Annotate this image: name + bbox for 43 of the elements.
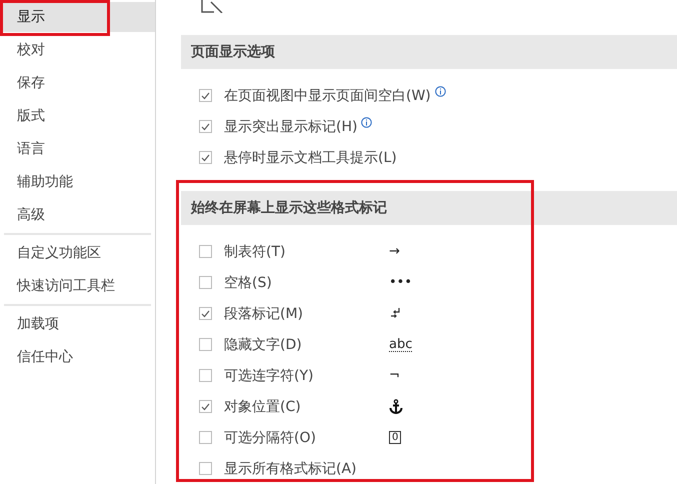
option-label: 隐藏文字(D) [224,336,303,354]
section-header: 始终在屏幕上显示这些格式标记 [181,191,677,225]
checkbox[interactable] [199,276,212,289]
option-label: 制表符(T) [224,242,286,260]
info-icon [434,86,446,97]
section-header: 页面显示选项 [181,35,677,69]
option-label: 在页面视图中显示页面间空白(W) [224,86,431,104]
sidebar-item[interactable]: 加载项 [0,309,155,339]
checkbox[interactable] [199,369,212,382]
checkbox[interactable] [199,151,212,164]
checkbox[interactable] [199,400,212,413]
format-mark-symbol: ¬ [389,368,400,383]
checkbox[interactable] [199,462,212,475]
checkbox[interactable] [199,245,212,258]
format-mark-symbol: ••• [389,275,412,290]
anchor-icon [389,398,403,414]
checkbox[interactable] [199,431,212,444]
sidebar-item[interactable]: 显示 [0,2,155,32]
option-label: 可选分隔符(O) [224,428,317,446]
format-mark-symbol: → [389,244,400,259]
sidebar-item[interactable]: 高级 [0,200,155,230]
sidebar-item[interactable]: 自定义功能区 [0,238,155,268]
format-mark-symbol: 0 [389,431,402,444]
checkbox[interactable] [199,338,212,351]
sidebar-item[interactable]: 快速访问工具栏 [0,271,155,301]
option-label: 段落标记(M) [224,304,304,322]
checkbox[interactable] [199,307,212,320]
checkbox[interactable] [199,89,212,102]
sidebar-item[interactable]: 信任中心 [0,342,155,372]
sidebar-item[interactable]: 保存 [0,68,155,98]
sidebar-item[interactable]: 辅助功能 [0,167,155,197]
info-icon [361,117,372,128]
option-label: 显示所有格式标记(A) [224,460,357,478]
paragraph-mark-icon [389,306,401,320]
option-label: 对象位置(C) [224,398,302,416]
option-label: 空格(S) [224,274,273,292]
sidebar-item[interactable]: 语言 [0,134,155,164]
option-label: 悬停时显示文档工具提示(L) [224,148,397,166]
sidebar-item[interactable]: 版式 [0,101,155,131]
option-label: 显示突出显示标记(H) [224,118,358,136]
sidebar-item[interactable]: 校对 [0,35,155,65]
option-label: 可选连字符(Y) [224,366,314,384]
checkbox[interactable] [199,120,212,133]
